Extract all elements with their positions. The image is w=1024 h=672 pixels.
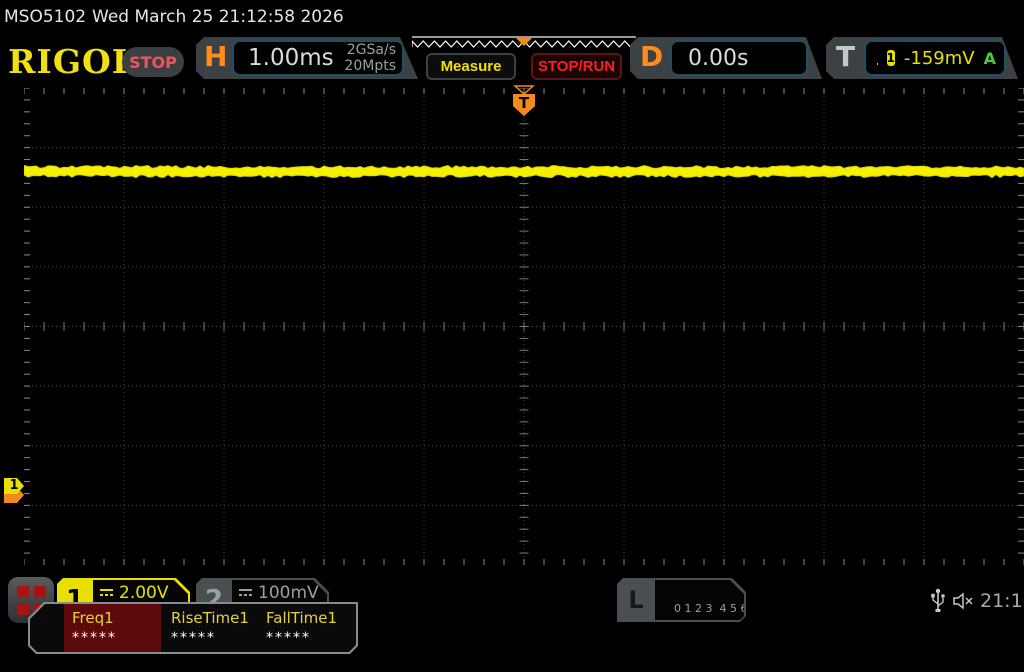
trigger-group[interactable]: T 1 -159mV A	[826, 37, 1018, 79]
delay-group[interactable]: D 0.00s	[630, 37, 822, 79]
graticule-and-trace	[24, 88, 1024, 565]
measurement-item-falltime1[interactable]: FallTime1 *****	[258, 604, 355, 652]
horizontal-settings-group[interactable]: H 1.00ms 2GSa/s 20Mpts	[196, 37, 418, 79]
channel1-scale: 2.00V	[119, 583, 169, 603]
measure-button[interactable]: Measure	[426, 53, 516, 80]
trigger-position-marker[interactable]: T	[511, 85, 537, 125]
datetime-text: Wed March 25 21:12:58 2026	[92, 7, 344, 27]
trigger-box[interactable]: 1 -159mV A	[864, 40, 1006, 76]
digital-channels-row2: 8 9 10 11 12 13 14 15	[674, 638, 797, 651]
dc-coupling-icon	[100, 589, 113, 596]
measurement-panel-inner: Freq1 ***** RiseTime1 ***** FallTime1 **…	[30, 604, 356, 652]
logic-analyzer-button[interactable]: L 0 1 2 3 4 5 6 7 8 9 10 11 12 13 14 15	[617, 578, 746, 622]
run-state-badge: STOP	[122, 47, 184, 77]
measurement-value: *****	[72, 630, 117, 646]
zigzag-memory-icon	[411, 36, 637, 48]
delay-box[interactable]: 0.00s	[670, 40, 808, 76]
sample-rate: 2GSa/s	[346, 42, 396, 58]
measurement-item-freq1[interactable]: Freq1 *****	[64, 604, 161, 652]
delay-label: D	[640, 40, 664, 73]
timebase-box[interactable]: 1.00ms 2GSa/s 20Mpts	[232, 40, 404, 76]
timebase-value: 1.00ms	[248, 45, 334, 71]
dc-coupling-icon	[239, 589, 252, 596]
stop-run-button[interactable]: STOP/RUN	[531, 53, 622, 80]
rigol-logo: RIGOL	[8, 42, 136, 81]
trigger-level-value: -159mV	[903, 47, 975, 69]
trigger-label: T	[836, 40, 856, 73]
measurement-label: FallTime1	[266, 609, 338, 627]
measurement-label: Freq1	[72, 609, 114, 627]
channel2-scale: 100mV	[258, 583, 319, 603]
waveform-display[interactable]: T 1 Freq1 ***** RiseTime1 ***** FallTime…	[0, 85, 1024, 654]
speaker-muted-icon	[953, 592, 973, 610]
measurement-value: *****	[171, 630, 216, 646]
clock-text: 21:12	[980, 590, 1024, 612]
titlebar: MSO5102 Wed March 25 21:12:58 2026	[0, 0, 1024, 32]
measurement-panel[interactable]: Freq1 ***** RiseTime1 ***** FallTime1 **…	[28, 602, 358, 654]
acquisition-info: 2GSa/s 20Mpts	[344, 42, 396, 74]
model-text: MSO5102	[4, 7, 87, 27]
usb-icon	[931, 588, 945, 612]
digital-channels: 0 1 2 3 4 5 6 7 8 9 10 11 12 13 14 15	[655, 580, 744, 620]
delay-value: 0.00s	[688, 45, 749, 71]
logic-label: L	[628, 586, 644, 614]
trigger-source-badge: 1	[886, 50, 895, 66]
rising-edge-icon	[877, 53, 878, 65]
memory-depth: 20Mpts	[344, 58, 396, 74]
trigger-sweep-mode: A	[983, 48, 996, 68]
waveform-position-indicator[interactable]	[411, 36, 637, 51]
measurement-item-risetime1[interactable]: RiseTime1 *****	[163, 604, 258, 652]
digital-channels-row1: 0 1 2 3 4 5 6 7	[674, 602, 758, 615]
measurement-label: RiseTime1	[171, 609, 249, 627]
trigger-t-shield[interactable]: T	[513, 94, 535, 116]
trigger-position-triangle-icon	[513, 85, 535, 95]
horizontal-label: H	[204, 40, 228, 73]
measurement-value: *****	[266, 630, 311, 646]
